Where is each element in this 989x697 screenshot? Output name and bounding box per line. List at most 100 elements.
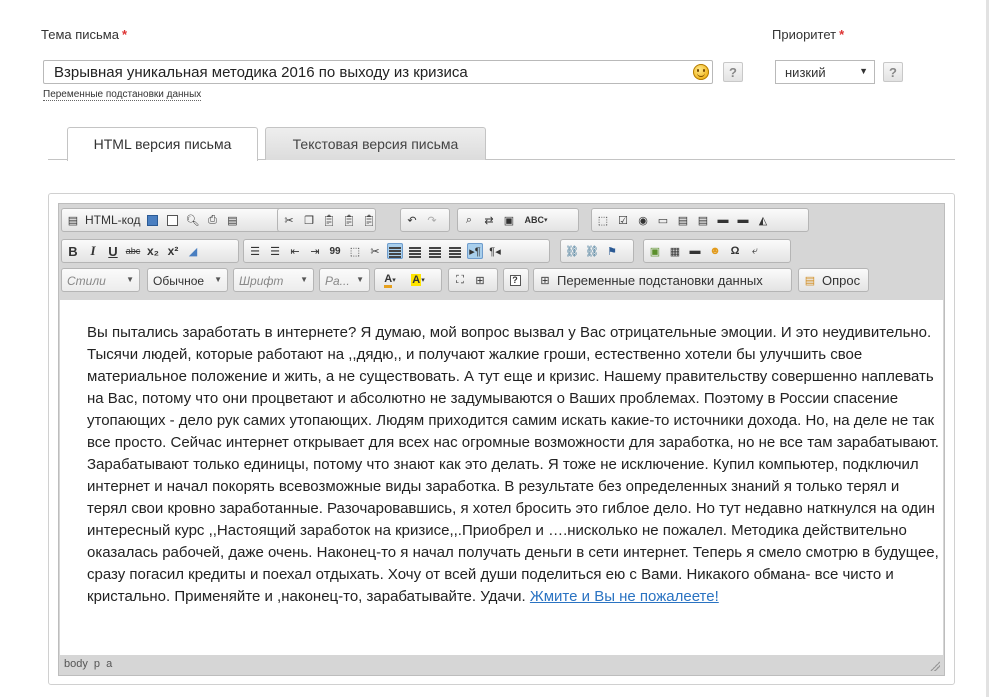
toolbar-group-colors: A ▾ A ▾ bbox=[374, 268, 442, 292]
textfield-icon[interactable]: ▭ bbox=[655, 212, 671, 228]
new-page-icon[interactable] bbox=[164, 212, 180, 228]
dropdown-arrow-icon: ▼ bbox=[859, 66, 868, 76]
priority-label: Приоритет * bbox=[772, 27, 844, 42]
textarea-icon[interactable]: ▤ bbox=[675, 212, 691, 228]
priority-help-button[interactable]: ? bbox=[883, 62, 903, 82]
text-color-icon[interactable]: A ▾ bbox=[378, 272, 402, 288]
find-icon[interactable]: ⌕ bbox=[461, 212, 477, 228]
variables-link[interactable]: Переменные подстановки данных bbox=[43, 89, 202, 101]
print-icon[interactable]: ⎙ bbox=[204, 212, 220, 228]
button-field-icon[interactable]: ▬ bbox=[715, 212, 731, 228]
align-left-icon[interactable] bbox=[387, 243, 403, 259]
priority-label-text: Приоритет bbox=[772, 27, 837, 42]
image-icon[interactable]: ▣ bbox=[647, 243, 663, 259]
paste-icon[interactable]: 📋︎ bbox=[321, 212, 337, 228]
toolbar-group-document: ▤ HTML-код 🔍︎ ⎙ ▤ bbox=[61, 208, 290, 232]
undo-icon[interactable]: ↶ bbox=[404, 212, 420, 228]
select-all-icon[interactable]: ▣ bbox=[501, 212, 517, 228]
preview-icon[interactable]: 🔍︎ bbox=[184, 212, 200, 228]
format-combo[interactable]: Обычное ▼ bbox=[147, 268, 228, 292]
save-icon[interactable] bbox=[144, 212, 160, 228]
underline-button[interactable]: U bbox=[105, 243, 121, 259]
form-icon[interactable]: ⬚ bbox=[595, 212, 611, 228]
show-blocks-icon[interactable]: ⊞ bbox=[472, 272, 488, 288]
bulleted-list-icon[interactable]: ☰ bbox=[267, 243, 283, 259]
image-button-icon[interactable]: ▬ bbox=[735, 212, 751, 228]
toolbar-group-insert: ▣ ▦ ▬ ☻ Ω ⤶ bbox=[643, 239, 791, 263]
rtl-direction-icon[interactable]: ¶◂ bbox=[487, 243, 503, 259]
styles-combo-text: Стили bbox=[67, 274, 106, 288]
numbered-list-icon[interactable]: ☰ bbox=[247, 243, 263, 259]
format-combo-text: Обычное bbox=[153, 274, 205, 288]
background-color-icon[interactable]: A ▾ bbox=[406, 272, 430, 288]
radio-icon[interactable]: ◉ bbox=[635, 212, 651, 228]
required-mark: * bbox=[839, 27, 845, 42]
italic-button[interactable]: I bbox=[85, 243, 101, 259]
horizontal-rule-icon[interactable]: ▬ bbox=[687, 243, 703, 259]
chevron-down-icon: ▼ bbox=[214, 275, 222, 284]
strike-button[interactable]: abc bbox=[125, 243, 141, 259]
align-justify-icon[interactable] bbox=[447, 243, 463, 259]
chevron-down-icon: ▼ bbox=[300, 275, 308, 284]
help-icon[interactable]: ? bbox=[507, 272, 523, 288]
emoji-icon[interactable] bbox=[693, 64, 709, 80]
remove-format-icon[interactable]: ◢ bbox=[185, 243, 201, 259]
size-combo[interactable]: Ра... ▼ bbox=[319, 268, 370, 292]
subscript-text: x₂ bbox=[146, 244, 159, 258]
special-char-icon[interactable]: Ω bbox=[727, 243, 743, 259]
select-field-icon[interactable]: ▤ bbox=[695, 212, 711, 228]
align-right-icon[interactable] bbox=[427, 243, 443, 259]
anchor-flag-icon[interactable]: ⚑ bbox=[604, 243, 620, 259]
tab-html-version[interactable]: HTML версия письма bbox=[67, 127, 258, 161]
subscript-button[interactable]: x₂ bbox=[145, 243, 161, 259]
spellcheck-icon[interactable]: ABC ▾ bbox=[521, 212, 551, 228]
unlink-icon[interactable]: ⛓ bbox=[584, 243, 600, 259]
font-combo[interactable]: Шрифт ▼ bbox=[233, 268, 314, 292]
font-combo-text: Шрифт bbox=[239, 274, 284, 288]
templates-icon[interactable]: ▤ bbox=[224, 212, 240, 228]
toolbar-group-find: ⌕ ⇄ ▣ ABC ▾ bbox=[457, 208, 579, 232]
toolbar-group-links: ⛓ ⛓ ⚑ bbox=[560, 239, 634, 263]
element-path-bar: body p a bbox=[60, 655, 943, 674]
paste-text-icon[interactable]: 📋︎ bbox=[341, 212, 357, 228]
smiley-icon[interactable]: ☻ bbox=[707, 243, 723, 259]
html-source-icon[interactable]: ▤ bbox=[65, 212, 81, 228]
subject-label: Тема письма * bbox=[41, 27, 127, 42]
element-path[interactable]: body p a bbox=[64, 658, 112, 670]
poll-button[interactable]: ▤ Опрос bbox=[798, 268, 869, 292]
subject-input[interactable]: Взрывная уникальная методика 2016 по вых… bbox=[43, 60, 713, 84]
replace-icon[interactable]: ⇄ bbox=[481, 212, 497, 228]
table-icon[interactable]: ▦ bbox=[667, 243, 683, 259]
subject-help-button[interactable]: ? bbox=[723, 62, 743, 82]
tab-text-version[interactable]: Текстовая версия письма bbox=[265, 127, 486, 160]
paste-word-icon[interactable]: 📋︎ bbox=[361, 212, 377, 228]
cut-icon[interactable]: ✂ bbox=[281, 212, 297, 228]
indent-icon[interactable]: ⇥ bbox=[307, 243, 323, 259]
hidden-field-icon[interactable]: ◭ bbox=[755, 212, 771, 228]
superscript-button[interactable]: x² bbox=[165, 243, 181, 259]
page-break-icon[interactable]: ⤶ bbox=[747, 243, 763, 259]
editor-content-area[interactable]: Вы пытались заработать в интернете? Я ду… bbox=[60, 300, 943, 655]
promo-link[interactable]: Жмите и Вы не пожалеете! bbox=[530, 588, 719, 605]
copy-icon[interactable]: ❐ bbox=[301, 212, 317, 228]
maximize-icon[interactable]: ⛶ bbox=[452, 272, 468, 288]
redo-icon[interactable]: ↷ bbox=[424, 212, 440, 228]
spellcheck-text: ABC bbox=[524, 215, 544, 225]
html-code-button[interactable]: HTML-код bbox=[85, 213, 140, 227]
styles-combo[interactable]: Стили ▼ bbox=[61, 268, 140, 292]
link-icon[interactable]: ⛓ bbox=[564, 243, 580, 259]
priority-select[interactable]: низкий ▼ bbox=[775, 60, 875, 84]
language-icon[interactable]: ✂ bbox=[367, 243, 383, 259]
blockquote-text: 99 bbox=[329, 245, 341, 257]
ltr-direction-icon[interactable]: ▸¶ bbox=[467, 243, 483, 259]
blockquote-icon[interactable]: 99 bbox=[327, 243, 343, 259]
bold-button[interactable]: B bbox=[65, 243, 81, 259]
superscript-text: x² bbox=[167, 244, 179, 258]
toolbar-group-tools: ⛶ ⊞ bbox=[448, 268, 498, 292]
align-center-icon[interactable] bbox=[407, 243, 423, 259]
outdent-icon[interactable]: ⇤ bbox=[287, 243, 303, 259]
resize-grip-icon[interactable] bbox=[930, 661, 940, 671]
variables-insert-button[interactable]: ⊞ Переменные подстановки данных bbox=[533, 268, 792, 292]
div-container-icon[interactable]: ⬚ bbox=[347, 243, 363, 259]
checkbox-icon[interactable]: ☑ bbox=[615, 212, 631, 228]
